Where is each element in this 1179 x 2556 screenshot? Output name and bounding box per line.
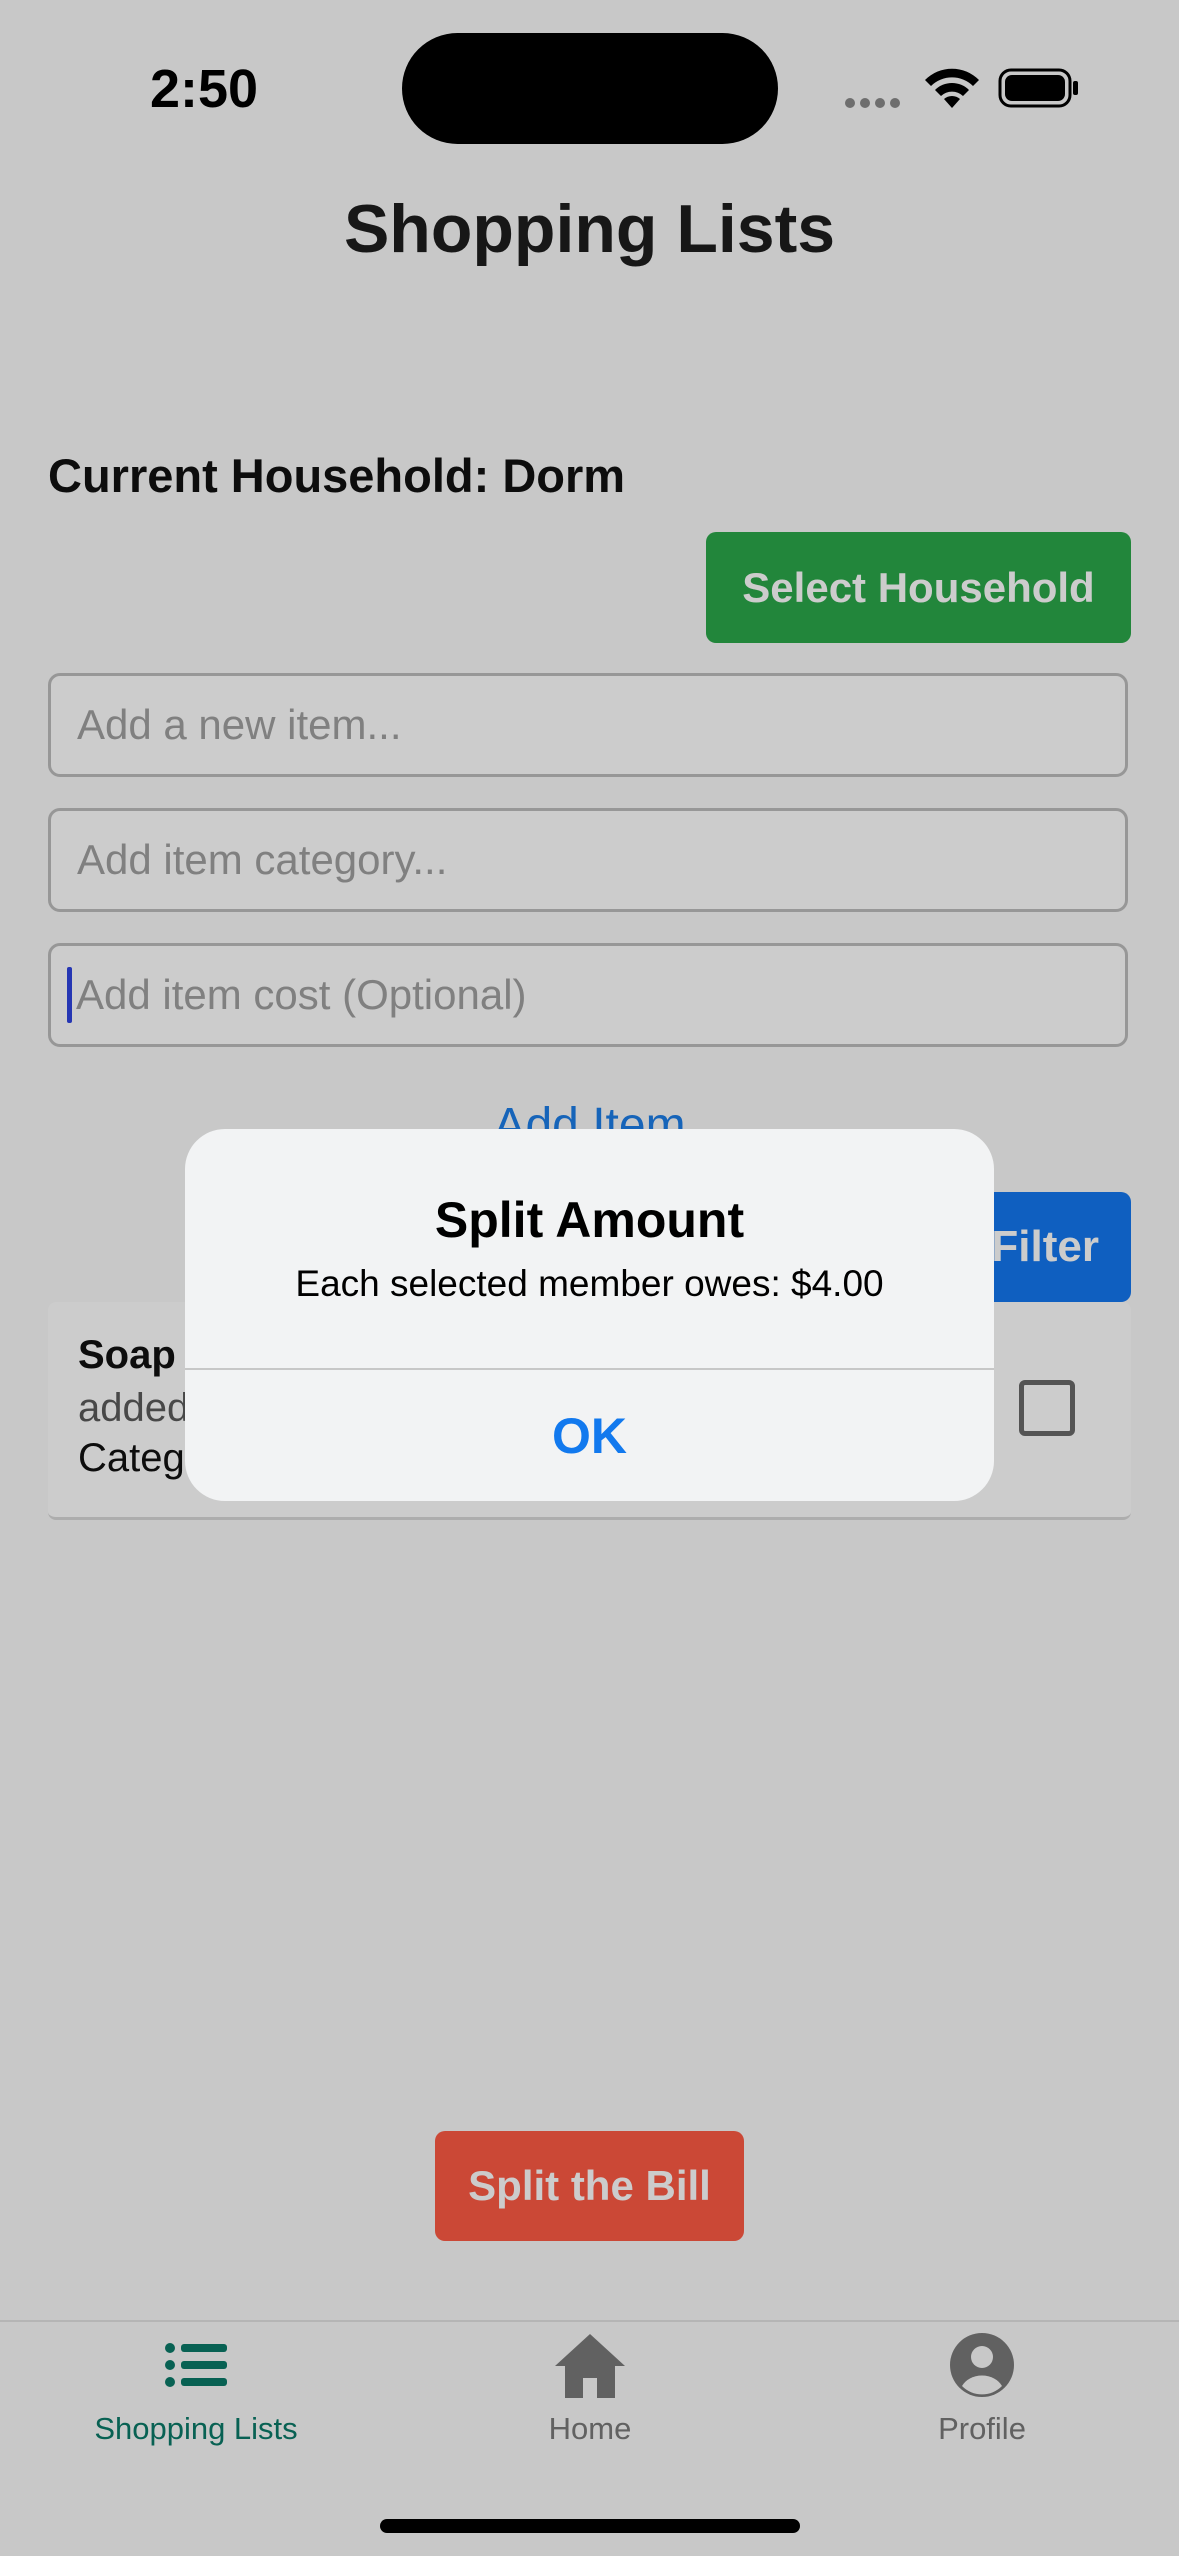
alert-message: Each selected member owes: $4.00: [295, 1263, 884, 1304]
home-indicator[interactable]: [380, 2519, 800, 2533]
alert-dialog: Split Amount Each selected member owes: …: [185, 1129, 994, 1501]
alert-ok-button[interactable]: OK: [185, 1370, 994, 1501]
alert-title: Split Amount: [434, 1192, 745, 1248]
